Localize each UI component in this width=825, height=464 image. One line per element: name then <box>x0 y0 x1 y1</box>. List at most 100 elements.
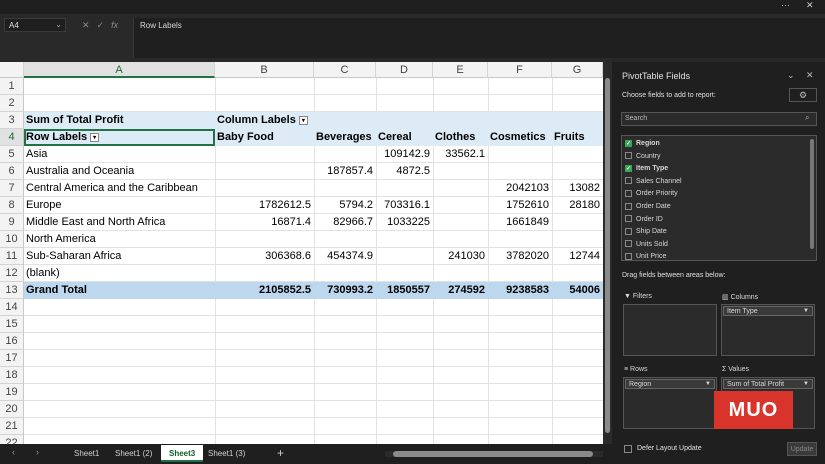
horizontal-scroll-thumb[interactable] <box>393 451 593 457</box>
row-header-10[interactable]: 10 <box>0 231 24 248</box>
field-item[interactable]: Sales Channel <box>625 176 682 188</box>
pivot-row-label[interactable]: Central America and the Caribbean <box>26 180 217 197</box>
row-header-9[interactable]: 9 <box>0 214 24 231</box>
scroll-right-icon[interactable]: › <box>36 447 39 457</box>
pivot-col-header[interactable]: Clothes <box>435 129 490 146</box>
search-input[interactable]: Search <box>621 112 817 126</box>
field-checkbox[interactable] <box>625 177 632 185</box>
pivot-value-cell[interactable]: 1752610 <box>488 197 552 214</box>
more-options-icon[interactable]: ··· <box>781 0 790 10</box>
row-header-2[interactable]: 2 <box>0 95 24 112</box>
column-header-a[interactable]: A <box>24 62 215 78</box>
field-checkbox[interactable] <box>625 253 632 260</box>
pivot-value-cell[interactable]: 1033225 <box>376 214 433 231</box>
field-checkbox[interactable]: ✓ <box>625 139 632 147</box>
row-header-11[interactable]: 11 <box>0 248 24 265</box>
chevron-down-icon[interactable]: ▼ <box>705 380 711 389</box>
field-list[interactable]: ✓ Region Country ✓ Item Type Sales Channel Ord… <box>621 135 817 261</box>
column-header-b[interactable]: B <box>215 62 314 78</box>
pivot-value-cell[interactable]: 241030 <box>433 248 488 265</box>
pivot-value-cell[interactable]: 2042103 <box>488 180 552 197</box>
vertical-scroll-thumb[interactable] <box>605 78 610 433</box>
pivot-col-header[interactable]: Baby Food <box>217 129 316 146</box>
tab-sheet3[interactable]: Sheet3 <box>161 445 204 462</box>
gear-icon[interactable]: ⚙ <box>789 88 817 102</box>
grand-total-value[interactable]: 9238583 <box>488 282 552 299</box>
grand-total-value[interactable]: 1850557 <box>376 282 433 299</box>
cancel-icon[interactable]: ✕ <box>82 20 90 31</box>
grand-total-value[interactable]: 730993.2 <box>314 282 376 299</box>
add-sheet-button[interactable]: + <box>277 446 284 460</box>
field-item[interactable]: Order Priority <box>625 188 678 200</box>
field-checkbox[interactable] <box>625 152 632 160</box>
pivot-value-cell[interactable]: 13082 <box>552 180 603 197</box>
defer-checkbox[interactable] <box>624 445 632 453</box>
field-item[interactable]: Order ID <box>625 214 663 226</box>
pivot-value-cell[interactable]: 5794.2 <box>314 197 376 214</box>
pivot-value-cell[interactable]: 12744 <box>552 248 603 265</box>
row-header-22[interactable]: 22 <box>0 435 24 444</box>
pivot-value-cell[interactable]: 3782020 <box>488 248 552 265</box>
pivot-value-cell[interactable]: 28180 <box>552 197 603 214</box>
grand-total-label[interactable]: Grand Total <box>26 282 217 299</box>
grand-total-value[interactable]: 54006 <box>552 282 603 299</box>
columns-chip[interactable]: Item Type ▼ <box>723 306 813 316</box>
field-item[interactable]: ✓ Item Type <box>625 163 668 175</box>
enter-icon[interactable]: ✓ <box>97 20 105 31</box>
row-header-18[interactable]: 18 <box>0 367 24 384</box>
row-header-21[interactable]: 21 <box>0 418 24 435</box>
row-header-13[interactable]: 13 <box>0 282 24 299</box>
filter-dropdown-icon[interactable]: ▾ <box>90 132 100 142</box>
column-header-f[interactable]: F <box>488 62 552 78</box>
spreadsheet-grid[interactable]: A B C D E F G 1 2 3 4 5 6 7 8 9 10 11 12 13 14 15 16 17 18 19 20 21… <box>0 62 603 444</box>
row-header-19[interactable]: 19 <box>0 384 24 401</box>
pivot-value-cell[interactable]: 4872.5 <box>376 163 433 180</box>
pivot-col-header[interactable]: Beverages <box>316 129 378 146</box>
select-all-corner[interactable] <box>0 62 24 78</box>
filters-zone[interactable] <box>623 304 717 356</box>
pivot-value-cell[interactable]: 109142.9 <box>376 146 433 163</box>
row-header-8[interactable]: 8 <box>0 197 24 214</box>
field-checkbox[interactable] <box>625 215 632 223</box>
pivot-value-cell[interactable]: 16871.4 <box>215 214 314 231</box>
values-chip[interactable]: Sum of Total Profit ▼ <box>723 379 813 389</box>
column-header-c[interactable]: C <box>314 62 376 78</box>
pivot-value-cell[interactable]: 82966.7 <box>314 214 376 231</box>
field-item[interactable]: Units Sold <box>625 239 668 251</box>
chevron-down-icon[interactable]: ⌄ <box>55 20 62 29</box>
field-item[interactable]: Country <box>625 151 661 163</box>
row-header-4[interactable]: 4 <box>0 129 24 146</box>
row-header-7[interactable]: 7 <box>0 180 24 197</box>
pivot-row-label[interactable]: Middle East and North Africa <box>26 214 217 231</box>
update-button[interactable]: Update <box>787 442 817 456</box>
pivot-value-cell[interactable]: 1782612.5 <box>215 197 314 214</box>
tab-sheet1-3[interactable]: Sheet1 (3) <box>200 445 253 462</box>
pivot-value-cell[interactable]: 1661849 <box>488 214 552 231</box>
row-header-6[interactable]: 6 <box>0 163 24 180</box>
close-icon[interactable]: ✕ <box>806 0 814 11</box>
close-pane-icon[interactable]: ✕ <box>806 70 814 81</box>
pivot-col-header[interactable]: Fruits <box>554 129 603 146</box>
column-header-g[interactable]: G <box>552 62 603 78</box>
formula-input[interactable]: Row Labels <box>133 18 825 58</box>
row-header-3[interactable]: 3 <box>0 112 24 129</box>
tab-sheet1[interactable]: Sheet1 <box>66 445 107 462</box>
name-box[interactable]: A4 ⌄ <box>4 18 66 32</box>
field-item[interactable]: Ship Date <box>625 226 667 238</box>
pivot-row-labels[interactable]: Row Labels ▾ <box>24 129 215 146</box>
insert-function-icon[interactable]: fx <box>111 20 118 30</box>
row-header-15[interactable]: 15 <box>0 316 24 333</box>
field-item[interactable]: ✓ Region <box>625 138 660 150</box>
tab-sheet1-2[interactable]: Sheet1 (2) <box>107 445 160 462</box>
row-header-16[interactable]: 16 <box>0 333 24 350</box>
grand-total-value[interactable]: 274592 <box>433 282 488 299</box>
column-header-e[interactable]: E <box>433 62 488 78</box>
pivot-column-labels[interactable]: Column Labels ▾ <box>217 112 316 129</box>
rows-chip[interactable]: Region ▼ <box>625 379 715 389</box>
column-header-d[interactable]: D <box>376 62 433 78</box>
row-header-1[interactable]: 1 <box>0 78 24 95</box>
row-header-20[interactable]: 20 <box>0 401 24 418</box>
row-header-12[interactable]: 12 <box>0 265 24 282</box>
field-checkbox[interactable] <box>625 227 632 235</box>
field-item[interactable]: Unit Price <box>625 251 666 260</box>
